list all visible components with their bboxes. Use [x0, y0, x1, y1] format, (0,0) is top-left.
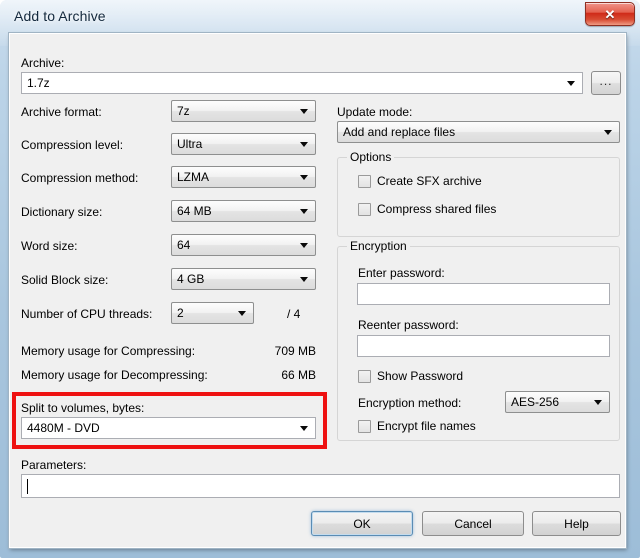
memory-decompressing-label: Memory usage for Decompressing: [21, 368, 208, 382]
compression-method-value: LZMA [177, 170, 210, 184]
browse-button[interactable]: ... [591, 71, 621, 95]
update-mode-value: Add and replace files [343, 125, 456, 139]
show-password-label: Show Password [377, 369, 464, 383]
cpu-threads-dropdown[interactable]: 2 [171, 302, 254, 324]
dictionary-size-label: Dictionary size: [21, 205, 103, 219]
cpu-threads-total: / 4 [287, 307, 301, 321]
parameters-label: Parameters: [21, 458, 87, 472]
cpu-threads-label: Number of CPU threads: [21, 307, 153, 321]
encryption-group-title: Encryption [347, 239, 410, 253]
solid-block-size-value: 4 GB [177, 272, 205, 286]
word-size-value: 64 [177, 238, 191, 252]
memory-compressing-value: 709 MB [274, 344, 316, 358]
memory-compressing-label: Memory usage for Compressing: [21, 344, 196, 358]
update-mode-label: Update mode: [337, 105, 413, 119]
dialog-client-area: Archive: 1.7z ... Archive format: 7z Com… [9, 33, 626, 548]
chevron-down-icon[interactable] [238, 311, 246, 316]
archive-label: Archive: [21, 56, 65, 70]
parameters-input[interactable] [21, 474, 620, 498]
archive-format-label: Archive format: [21, 105, 102, 119]
dictionary-size-dropdown[interactable]: 64 MB [171, 200, 316, 222]
word-size-dropdown[interactable]: 64 [171, 234, 316, 256]
show-password-checkbox[interactable]: Show Password [358, 369, 463, 383]
chevron-down-icon[interactable] [300, 426, 308, 431]
options-groupbox [337, 157, 620, 237]
split-to-volumes-value: 4480M - DVD [27, 421, 100, 435]
encryption-method-dropdown[interactable]: AES-256 [505, 391, 610, 413]
cpu-threads-value: 2 [177, 306, 184, 320]
split-to-volumes-label: Split to volumes, bytes: [21, 401, 145, 415]
compression-level-dropdown[interactable]: Ultra [171, 133, 316, 155]
archive-path-value: 1.7z [27, 76, 50, 90]
create-sfx-checkbox[interactable]: Create SFX archive [358, 174, 482, 188]
archive-path-combo[interactable]: 1.7z [21, 72, 583, 94]
chevron-down-icon[interactable] [300, 209, 308, 214]
chevron-down-icon[interactable] [594, 400, 602, 405]
encryption-method-value: AES-256 [511, 395, 560, 409]
checkbox-icon[interactable] [358, 369, 371, 383]
close-glyph: ✕ [604, 6, 616, 22]
memory-decompressing-value: 66 MB [281, 368, 316, 382]
chevron-down-icon[interactable] [300, 277, 308, 282]
compression-level-label: Compression level: [21, 138, 124, 152]
reenter-password-label: Reenter password: [358, 318, 459, 332]
cancel-button[interactable]: Cancel [422, 511, 524, 536]
archive-format-value: 7z [177, 104, 190, 118]
reenter-password-input[interactable] [357, 335, 610, 357]
text-caret [27, 479, 28, 494]
enter-password-input[interactable] [357, 283, 610, 305]
update-mode-dropdown[interactable]: Add and replace files [337, 121, 620, 143]
chevron-down-icon[interactable] [300, 109, 308, 114]
chevron-down-icon[interactable] [300, 243, 308, 248]
checkbox-icon[interactable] [358, 202, 371, 216]
chevron-down-icon[interactable] [300, 142, 308, 147]
word-size-label: Word size: [21, 239, 78, 253]
encrypt-file-names-checkbox[interactable]: Encrypt file names [358, 419, 476, 433]
close-icon[interactable]: ✕ [585, 2, 635, 26]
solid-block-size-label: Solid Block size: [21, 273, 109, 287]
help-button[interactable]: Help [532, 511, 621, 536]
compression-method-dropdown[interactable]: LZMA [171, 166, 316, 188]
title-bar: Add to Archive ✕ [0, 0, 640, 46]
checkbox-icon[interactable] [358, 419, 371, 433]
split-to-volumes-combo[interactable]: 4480M - DVD [21, 417, 316, 439]
enter-password-label: Enter password: [358, 266, 445, 280]
ok-button[interactable]: OK [311, 511, 413, 536]
checkbox-icon[interactable] [358, 174, 371, 188]
compression-method-label: Compression method: [21, 171, 139, 185]
dictionary-size-value: 64 MB [177, 204, 212, 218]
encrypt-file-names-label: Encrypt file names [377, 419, 476, 433]
archive-format-dropdown[interactable]: 7z [171, 100, 316, 122]
compression-level-value: Ultra [177, 137, 203, 151]
compress-shared-files-label: Compress shared files [377, 202, 497, 216]
window-title: Add to Archive [14, 8, 106, 24]
options-group-title: Options [347, 150, 395, 164]
chevron-down-icon[interactable] [300, 175, 308, 180]
create-sfx-label: Create SFX archive [377, 174, 482, 188]
add-to-archive-dialog: Add to Archive ✕ Archive: 1.7z ... Archi… [0, 0, 640, 558]
chevron-down-icon[interactable] [604, 130, 612, 135]
chevron-down-icon[interactable] [567, 81, 575, 86]
solid-block-size-dropdown[interactable]: 4 GB [171, 268, 316, 290]
compress-shared-files-checkbox[interactable]: Compress shared files [358, 202, 496, 216]
encryption-method-label: Encryption method: [358, 396, 462, 410]
